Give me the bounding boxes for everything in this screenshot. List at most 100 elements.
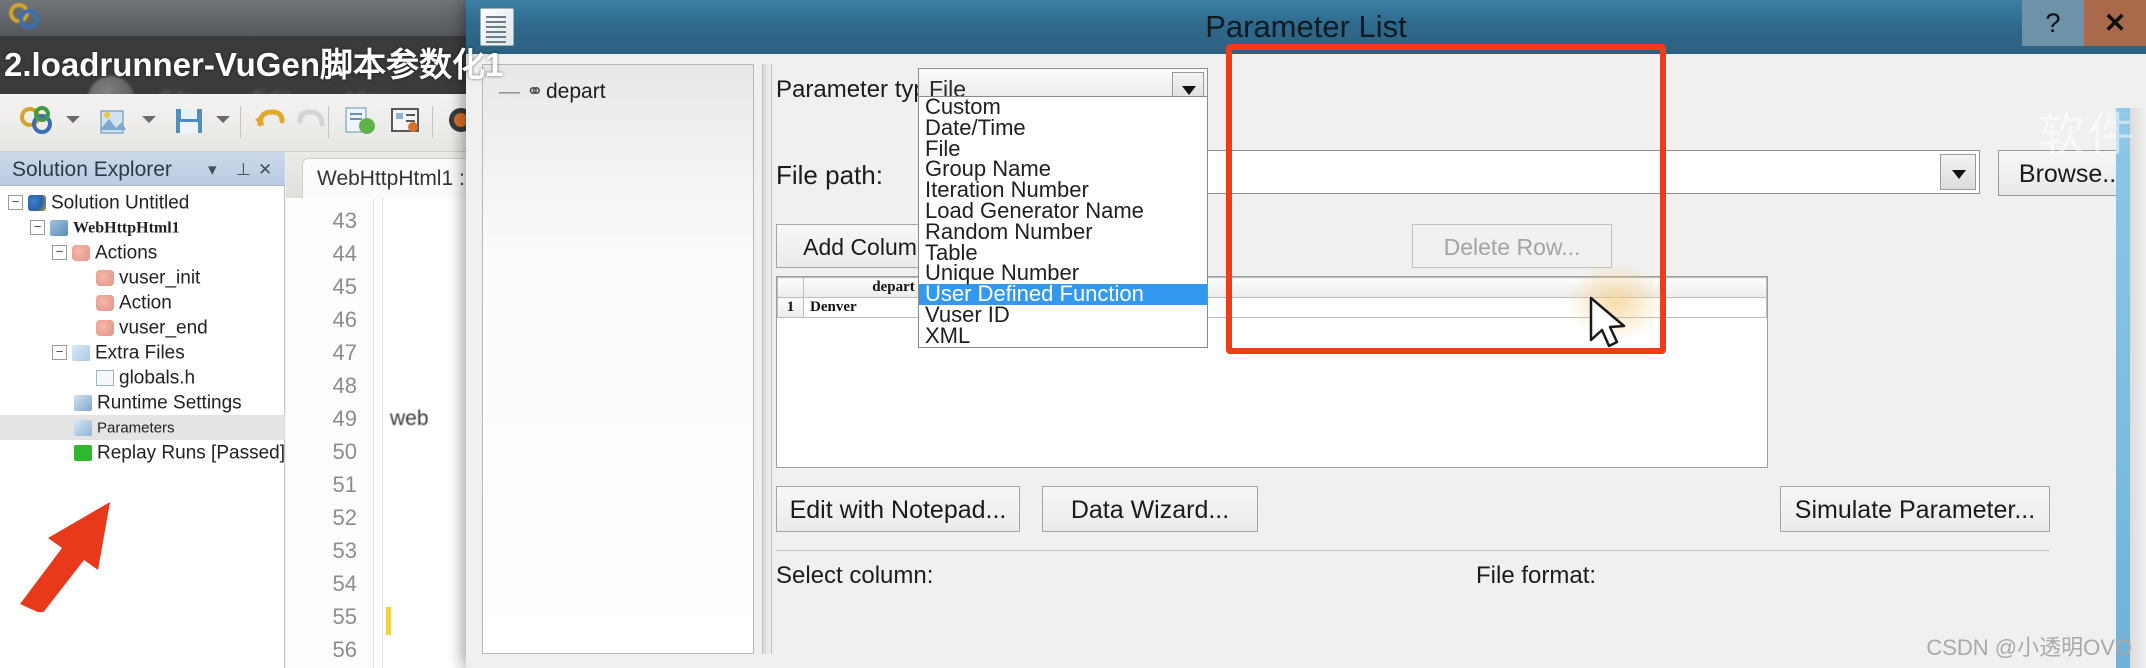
line-number: 50	[332, 439, 357, 464]
new-script-icon[interactable]	[96, 104, 130, 138]
parameter-tree-item-depart[interactable]: — ⚭ depart	[499, 79, 606, 104]
parameter-list-dialog: Parameter List ? ✕ 软件 — ⚭ depart Parameter…	[466, 0, 2146, 668]
line-number: 43	[332, 208, 357, 233]
parameter-tree-item-label: depart	[546, 80, 606, 103]
tree-item-label: Parameters	[97, 419, 175, 437]
actions-icon	[72, 244, 90, 261]
file-format-label: File format:	[1476, 562, 1597, 589]
line-number: 51	[332, 472, 357, 497]
solution-explorer-header: Solution Explorer ▾ ⊥ ✕	[0, 152, 285, 186]
data-wizard-button[interactable]: Data Wizard...	[1042, 486, 1258, 532]
expander-icon[interactable]: −	[52, 345, 67, 361]
save-chevron-down-icon[interactable]	[216, 116, 230, 123]
dropdown-option-xml[interactable]: XML	[919, 324, 1207, 347]
select-column-label: Select column:	[776, 562, 934, 589]
panel-close-icon[interactable]: ✕	[258, 160, 272, 180]
toolbar-divider-3	[432, 106, 433, 138]
editor-indent-guide	[382, 198, 383, 668]
parameters-icon	[74, 419, 92, 436]
tree-item-label: Solution Untitled	[51, 192, 190, 214]
line-number: 53	[332, 538, 357, 563]
dialog-titlebar[interactable]: Parameter List ? ✕	[466, 0, 2146, 54]
parameter-type-dropdown-list[interactable]: Custom Date/Time File Group Name Iterati…	[918, 96, 1208, 348]
file-path-label: File path:	[776, 160, 883, 190]
tree-item-solution[interactable]: − Solution Untitled	[0, 190, 285, 215]
action-icon	[96, 319, 114, 336]
tree-item-globals-h[interactable]: globals.h	[0, 365, 285, 390]
tree-item-label: Replay Runs [Passed]	[97, 442, 285, 464]
new-script-chevron-down-icon[interactable]	[142, 116, 156, 123]
new-solution-chevron-down-icon[interactable]	[66, 116, 80, 123]
dialog-body: 软件 — ⚭ depart Parameter type: File Custo…	[466, 54, 2146, 668]
solution-explorer-panel: Solution Explorer ▾ ⊥ ✕ − Solution Untitl…	[0, 152, 285, 668]
dialog-title: Parameter List	[1205, 9, 1407, 44]
parameter-tree-panel[interactable]: — ⚭ depart	[482, 64, 754, 654]
line-number: 56	[332, 637, 357, 662]
tree-item-label: globals.h	[119, 367, 196, 389]
vugen-logo-icon	[9, 3, 39, 29]
panel-pin-icon[interactable]: ⊥	[236, 160, 251, 180]
tree-item-vuser-init[interactable]: vuser_init	[0, 265, 285, 290]
tree-item-label: vuser_end	[119, 317, 208, 339]
action-icon	[96, 269, 114, 286]
line-number: 49	[332, 406, 357, 431]
editor-gutter: 43 44 45 46 47 48 49 50 51 52 53 54 55 5…	[286, 198, 374, 668]
panel-splitter[interactable]	[762, 64, 772, 654]
dialog-scrollbar[interactable]	[2130, 108, 2146, 668]
line-number: 54	[332, 571, 357, 596]
solution-tree: − Solution Untitled − WebHttpHtml1 − Action…	[0, 190, 285, 465]
new-solution-icon[interactable]	[18, 104, 56, 138]
undo-icon[interactable]	[252, 104, 286, 138]
tree-item-parameters[interactable]: Parameters	[0, 415, 285, 440]
solution-icon	[28, 194, 46, 211]
expander-icon[interactable]: −	[30, 220, 45, 236]
section-divider	[776, 550, 2050, 551]
tree-item-label: Extra Files	[95, 342, 185, 364]
annotation-arrow-icon	[20, 502, 110, 612]
simulate-parameter-button[interactable]: Simulate Parameter...	[1780, 486, 2050, 532]
tree-item-extra-files[interactable]: − Extra Files	[0, 340, 285, 365]
tree-item-vuser-end[interactable]: vuser_end	[0, 315, 285, 340]
toolbar-divider	[240, 106, 241, 138]
row-number-corner	[777, 277, 804, 298]
folder-icon	[72, 344, 90, 361]
redo-icon	[297, 109, 325, 127]
screenshot-root: File Edit View	[0, 0, 2146, 668]
expander-icon[interactable]: −	[52, 245, 67, 261]
row-number: 1	[777, 297, 804, 318]
tree-item-actions[interactable]: − Actions	[0, 240, 285, 265]
line-number: 44	[332, 241, 357, 266]
dialog-right-edge	[2116, 108, 2130, 668]
line-number: 46	[332, 307, 357, 332]
action-icon	[96, 294, 114, 311]
tree-item-label: WebHttpHtml1	[73, 219, 180, 237]
tree-item-replay-runs[interactable]: Replay Runs [Passed]	[0, 440, 285, 465]
chevron-down-icon[interactable]	[1940, 154, 1976, 190]
tree-item-label: vuser_init	[119, 267, 201, 289]
file-icon	[96, 369, 114, 386]
tree-item-runtime-settings[interactable]: Runtime Settings	[0, 390, 285, 415]
line-number: 48	[332, 373, 357, 398]
code-text[interactable]: web	[390, 407, 429, 431]
edit-with-notepad-button[interactable]: Edit with Notepad...	[776, 486, 1020, 532]
close-button[interactable]: ✕	[2084, 0, 2146, 46]
line-number: 47	[332, 340, 357, 365]
tree-item-project[interactable]: − WebHttpHtml1	[0, 215, 285, 240]
runtime-settings-toolbar-icon[interactable]	[388, 104, 424, 138]
editor-change-marker	[386, 607, 391, 635]
parameter-icon: ⚭	[526, 80, 544, 103]
line-number: 55	[332, 604, 357, 629]
replay-script-icon[interactable]	[342, 104, 378, 138]
parameter-detail-pane: Parameter type: File Custom Date/Time Fi…	[776, 54, 2144, 668]
tree-item-action[interactable]: Action	[0, 290, 285, 315]
expander-icon[interactable]: −	[8, 195, 23, 211]
save-icon[interactable]	[172, 104, 206, 138]
replay-icon	[74, 444, 92, 461]
video-overlay-title: 2.loadrunner-VuGen脚本参数化1	[4, 46, 504, 83]
toolbar-divider-2	[328, 106, 329, 138]
dropdown-option-date-time[interactable]: Date/Time	[919, 116, 1207, 139]
project-icon	[50, 219, 68, 236]
line-number: 45	[332, 274, 357, 299]
panel-dropdown-icon[interactable]: ▾	[208, 160, 217, 180]
help-button[interactable]: ?	[2022, 0, 2084, 46]
